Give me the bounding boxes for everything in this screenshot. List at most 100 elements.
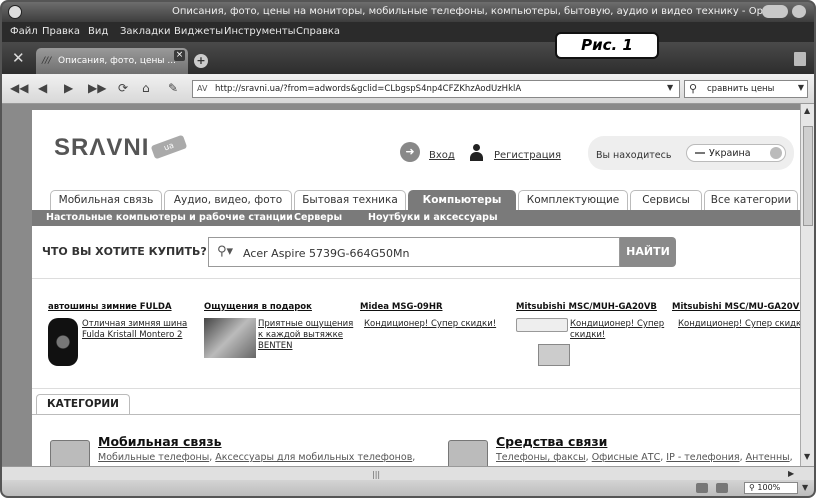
menu-bookmarks[interactable]: Закладки [120, 26, 171, 37]
category-title[interactable]: Средства связи [496, 434, 607, 449]
zoom-value: 100% [757, 483, 781, 492]
search-placeholder: сравнить цены [707, 84, 775, 94]
divider [32, 388, 802, 389]
sub-navigation: Настольные компьютеры и рабочие станции … [32, 210, 802, 226]
edit-pen-icon[interactable]: ✎ [168, 81, 178, 95]
trash-icon[interactable] [794, 52, 806, 66]
promo-desc[interactable]: Кондиционер! Супер скидки! [364, 319, 496, 330]
vertical-scrollbar[interactable]: ▲ ▼ [800, 104, 814, 466]
menu-bar: Файл Правка Вид Закладки Виджеты Инструм… [2, 22, 814, 42]
menu-tools[interactable]: Инструменты [224, 26, 296, 37]
scroll-thumb[interactable] [803, 126, 813, 226]
menu-widgets[interactable]: Виджеты [174, 26, 223, 37]
category-links: Телефоны, факсы, Офисные АТС, IP - телеф… [496, 452, 793, 463]
tab-services[interactable]: Сервисы [630, 190, 702, 210]
reload-icon[interactable]: ⟳ [118, 81, 128, 95]
product-search-input[interactable]: ⚲▾ Acer Aspire 5739G-664G50Mn [208, 237, 620, 267]
divider [32, 414, 802, 415]
promo-item[interactable]: Ощущения в подарок Приятные ощущения к ка… [204, 302, 360, 382]
user-icon [470, 144, 483, 161]
promo-desc[interactable]: Кондиционер! Супер скидки! [678, 319, 802, 330]
zoom-dropdown-icon[interactable]: ▼ [802, 483, 808, 492]
promo-desc[interactable]: Кондиционер! Супер скидки! [570, 319, 664, 341]
login-link[interactable]: Вход [429, 150, 455, 161]
horizontal-scrollbar[interactable]: ||| ▶ [2, 466, 814, 480]
region-toggle-icon[interactable] [770, 147, 782, 159]
category-link[interactable]: Телефоны, факсы [496, 452, 586, 463]
menu-edit[interactable]: Правка [42, 26, 80, 37]
category-link[interactable]: Офисные АТС [592, 452, 661, 463]
promo-item[interactable]: Midea MSG-09HR Кондиционер! Супер скидки… [360, 302, 516, 382]
scroll-down-icon[interactable]: ▼ [804, 452, 810, 461]
tab-bar: ✕ /// Описания, фото, цены ... × + [2, 42, 814, 74]
address-url[interactable]: http://sravni.ua/?from=adwords&gclid=CLb… [215, 84, 521, 94]
forward-icon[interactable]: ▶ [64, 81, 73, 95]
turbo-icon[interactable] [696, 483, 708, 493]
scroll-right-icon[interactable]: ▶ [788, 469, 794, 478]
zoom-control[interactable]: ⚲ 100% [744, 482, 798, 494]
promo-title[interactable]: автошины зимние FULDA [48, 302, 172, 312]
flag-icon [695, 152, 705, 154]
tab-computers[interactable]: Компьютеры [408, 190, 516, 210]
menu-view[interactable]: Вид [88, 26, 108, 37]
promo-title[interactable]: Ощущения в подарок [204, 302, 312, 312]
tab-current[interactable]: /// Описания, фото, цены ... × [36, 48, 188, 74]
office-phone-icon [448, 440, 488, 466]
search-dropdown-icon[interactable]: ▼ [798, 83, 804, 92]
subnav-servers[interactable]: Серверы [294, 212, 342, 223]
category-title[interactable]: Мобильная связь [98, 434, 222, 449]
close-window-icon[interactable] [792, 5, 806, 18]
product-search-value: Acer Aspire 5739G-664G50Mn [243, 247, 410, 260]
tab-appliances[interactable]: Бытовая техника [294, 190, 406, 210]
logo-tag: ua [150, 134, 188, 160]
category-link[interactable]: Мобильные телефоны [98, 452, 209, 463]
scroll-up-icon[interactable]: ▲ [804, 106, 810, 115]
menu-help[interactable]: Справка [296, 26, 340, 37]
tab-close-icon[interactable]: × [174, 50, 185, 61]
region-selector: Вы находитесь Украина [588, 136, 794, 170]
home-icon[interactable]: ⌂ [142, 81, 150, 95]
tab-audio-video[interactable]: Аудио, видео, фото [164, 190, 292, 210]
promo-title[interactable]: Midea MSG-09HR [360, 302, 443, 312]
divider [32, 278, 802, 279]
browser-window: Описания, фото, цены на мониторы, мобиль… [0, 0, 816, 498]
category-links: Мобильные телефоны, Аксессуары для мобил… [98, 452, 416, 463]
promo-title[interactable]: Mitsubishi MSC/MU-GA20VE [672, 302, 802, 312]
category-link[interactable]: IP - телефония [666, 452, 739, 463]
minimize-maximize-icon[interactable] [762, 5, 788, 18]
promo-item[interactable]: Mitsubishi MSC/MU-GA20VE Кондиционер! Су… [672, 302, 802, 382]
tab-components[interactable]: Комплектующие [518, 190, 628, 210]
opera-menu-icon[interactable] [8, 5, 22, 19]
tab-all-categories[interactable]: Все категории [704, 190, 798, 210]
air-conditioner-image [516, 318, 570, 366]
tab-mobile[interactable]: Мобильная связь [50, 190, 162, 210]
promo-desc[interactable]: Приятные ощущения к каждой вытяжке BENTEN [258, 319, 353, 352]
subnav-notebooks[interactable]: Ноутбуки и аксессуары [368, 212, 498, 223]
fast-forward-icon[interactable]: ▶▶ [88, 81, 106, 95]
new-tab-icon[interactable]: + [194, 54, 208, 68]
view-icon[interactable] [716, 483, 728, 493]
category-link[interactable]: Аксессуары для мобильных телефонов [215, 452, 412, 463]
region-dropdown[interactable]: Украина [686, 144, 786, 162]
web-page: SRΛVNI ua ➜ Вход Регистрация Вы находите… [32, 110, 802, 466]
register-link[interactable]: Регистрация [494, 150, 561, 161]
promo-item[interactable]: автошины зимние FULDA Отличная зимняя ши… [48, 302, 204, 382]
category-link[interactable]: Антенны [746, 452, 790, 463]
rewind-icon[interactable]: ◀◀ [10, 81, 28, 95]
back-icon[interactable]: ◀ [38, 81, 47, 95]
find-button[interactable]: НАЙТИ [620, 237, 676, 267]
login-arrow-icon[interactable]: ➜ [400, 142, 420, 162]
menu-file[interactable]: Файл [10, 26, 38, 37]
promo-item[interactable]: Mitsubishi MSC/MUH-GA20VB Кондиционер! С… [516, 302, 672, 382]
promo-title[interactable]: Mitsubishi MSC/MUH-GA20VB [516, 302, 657, 312]
tools-icon[interactable]: ✕ [12, 50, 28, 66]
promo-desc[interactable]: Отличная зимняя шина Fulda Kristall Monte… [82, 319, 187, 341]
site-logo[interactable]: SRΛVNI [54, 134, 149, 162]
address-dropdown-icon[interactable]: ▼ [667, 83, 677, 95]
address-bar[interactable]: AV http://sravni.ua/?from=adwords&gclid=… [192, 80, 680, 98]
scroll-grip-icon[interactable]: ||| [372, 470, 380, 479]
navigation-bar: ◀◀ ◀ ▶ ▶▶ ⟳ ⌂ ✎ AV http://sravni.ua/?fro… [2, 74, 814, 104]
subnav-desktops[interactable]: Настольные компьютеры и рабочие станции [46, 212, 293, 223]
search-box[interactable]: ⚲ сравнить цены ▼ [684, 80, 808, 98]
tire-image [48, 318, 78, 366]
